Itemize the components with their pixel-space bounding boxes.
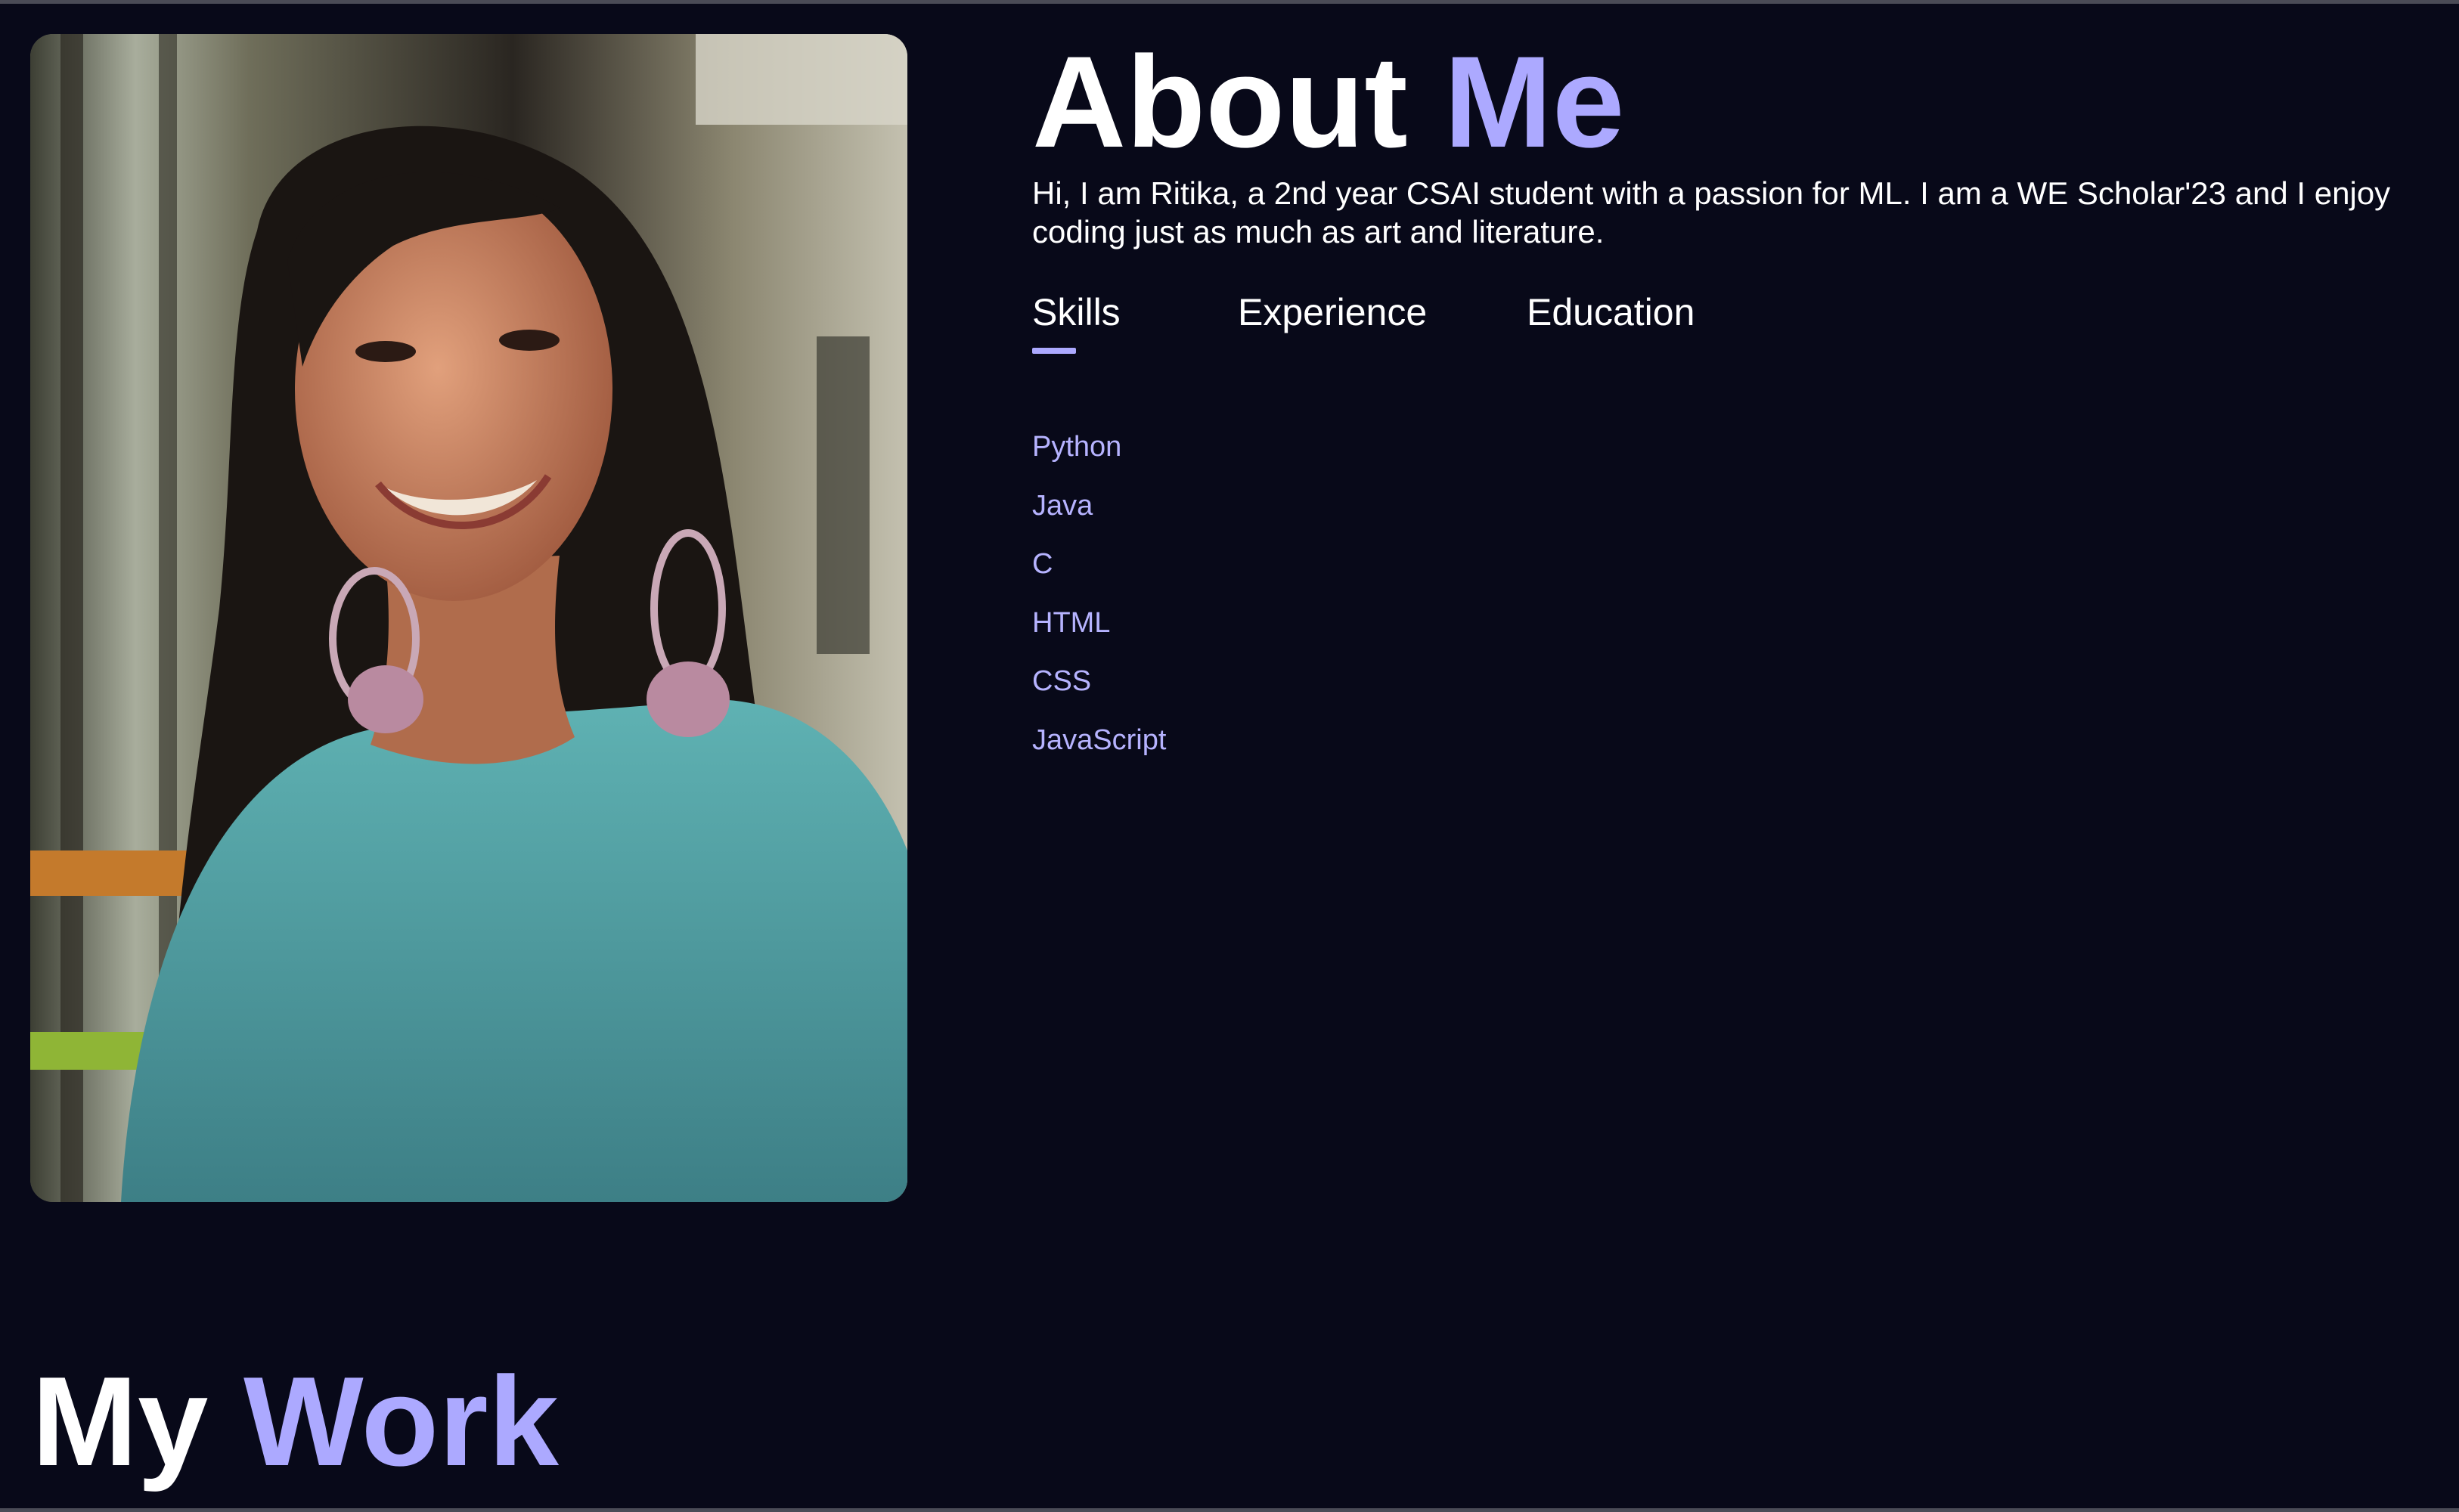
skill-item: HTML [1032,606,1111,639]
skill-item: CSS [1032,665,1092,697]
work-title: My Work [32,1353,559,1489]
work-title-accent: Work [243,1350,560,1492]
about-tabs: Skills Experience Education [1032,287,1708,354]
about-title-accent: Me [1443,29,1625,175]
tab-skills[interactable]: Skills [1032,287,1238,354]
skill-item: JavaScript [1032,723,1167,756]
tab-experience[interactable]: Experience [1238,287,1527,337]
about-title-part1: About [1032,29,1408,175]
skill-item: Python [1032,431,1122,463]
tab-education-label: Education [1527,291,1695,333]
tab-education[interactable]: Education [1527,287,1708,337]
skills-list: Python Java C HTML CSS JavaScript [1032,418,1166,770]
skill-item: Java [1032,489,1093,522]
tab-skills-label: Skills [1032,291,1121,333]
work-title-part1: My [32,1350,209,1492]
skill-item: C [1032,548,1053,580]
about-intro: Hi, I am Ritika, a 2nd year CSAI student… [1032,175,2391,249]
portfolio-page: About Me Hi, I am Ritika, a 2nd year CSA… [0,0,2459,1512]
profile-photo [30,34,907,1202]
tab-experience-label: Experience [1238,291,1428,333]
active-tab-underline [1032,348,1076,354]
about-title: About Me [1032,34,1624,170]
